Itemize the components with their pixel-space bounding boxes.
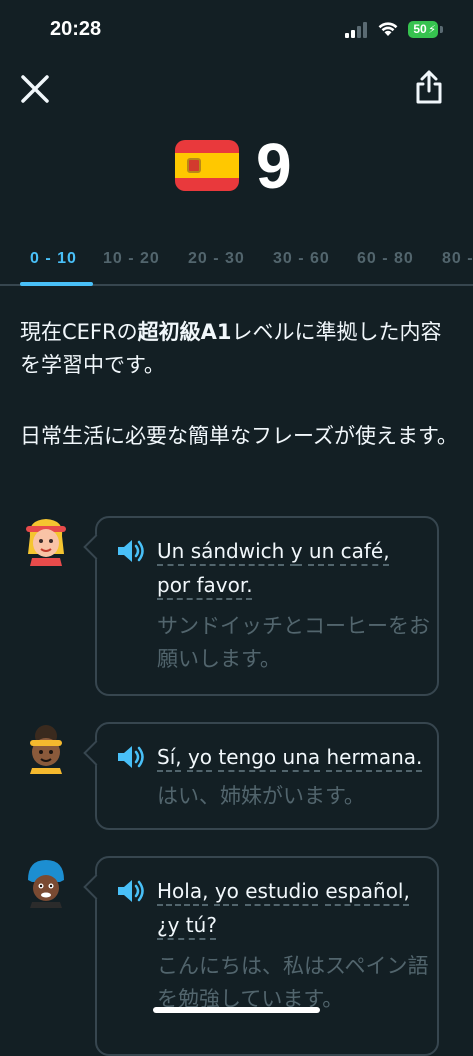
speaker-icon[interactable] (115, 537, 147, 565)
tab-0-10[interactable]: 0 - 10 (30, 250, 77, 268)
tab-10-20[interactable]: 10 - 20 (103, 250, 160, 268)
active-tab-indicator (20, 282, 93, 286)
battery-cap (440, 26, 443, 33)
ability-description: 日常生活に必要な簡単なフレーズが使えます。 (20, 424, 458, 448)
share-button[interactable] (410, 66, 448, 108)
sentence-text[interactable]: Un sándwich y un café, por favor. (157, 534, 427, 602)
cellular-signal-icon (345, 22, 369, 38)
close-icon (21, 75, 49, 103)
sentence-card-3: Hola, yo estudio español, ¿y tú? こんにちは、私… (83, 856, 439, 1056)
status-bar: 20:28 50 ⚡ (0, 0, 473, 60)
character-avatar-bea (30, 725, 62, 774)
speaker-icon[interactable] (115, 743, 147, 771)
score-value: 9 (256, 130, 292, 202)
speaker-icon[interactable] (115, 877, 147, 905)
wifi-icon (378, 22, 398, 36)
spain-flag-icon (175, 140, 239, 191)
tab-60-80[interactable]: 60 - 80 (357, 250, 414, 268)
character-avatar-zari (28, 860, 64, 908)
level-name: 超初級A1 (137, 320, 232, 344)
level-description: 現在CEFRの超初級A1レベルに準拠した内容を学習中です。 (20, 320, 442, 377)
character-avatar-lily (26, 519, 66, 566)
sentence-translation: はい、姉妹がいます。 (157, 784, 365, 808)
status-time: 20:28 (50, 18, 102, 40)
tab-80-plus[interactable]: 80 - (442, 250, 473, 268)
sentence-card-1: Un sándwich y un café, por favor. サンドイッチ… (83, 516, 439, 696)
sentence-text[interactable]: Sí, yo tengo una hermana. (157, 740, 437, 774)
score-range-tabs: 0 - 10 10 - 20 20 - 30 30 - 60 60 - 80 8… (0, 240, 473, 286)
share-icon (416, 70, 442, 104)
home-indicator[interactable] (153, 1007, 320, 1013)
close-button[interactable] (16, 70, 54, 108)
battery-icon: 50 ⚡ (408, 21, 438, 38)
tab-20-30[interactable]: 20 - 30 (188, 250, 245, 268)
tab-30-60[interactable]: 30 - 60 (273, 250, 330, 268)
charging-bolt-icon: ⚡ (428, 23, 436, 36)
sentence-text[interactable]: Hola, yo estudio español, ¿y tú? (157, 874, 427, 942)
sentence-card-2: Sí, yo tengo una hermana. はい、姉妹がいます。 (83, 722, 439, 830)
sentence-translation: サンドイッチとコーヒーをお願いします。 (157, 614, 430, 671)
